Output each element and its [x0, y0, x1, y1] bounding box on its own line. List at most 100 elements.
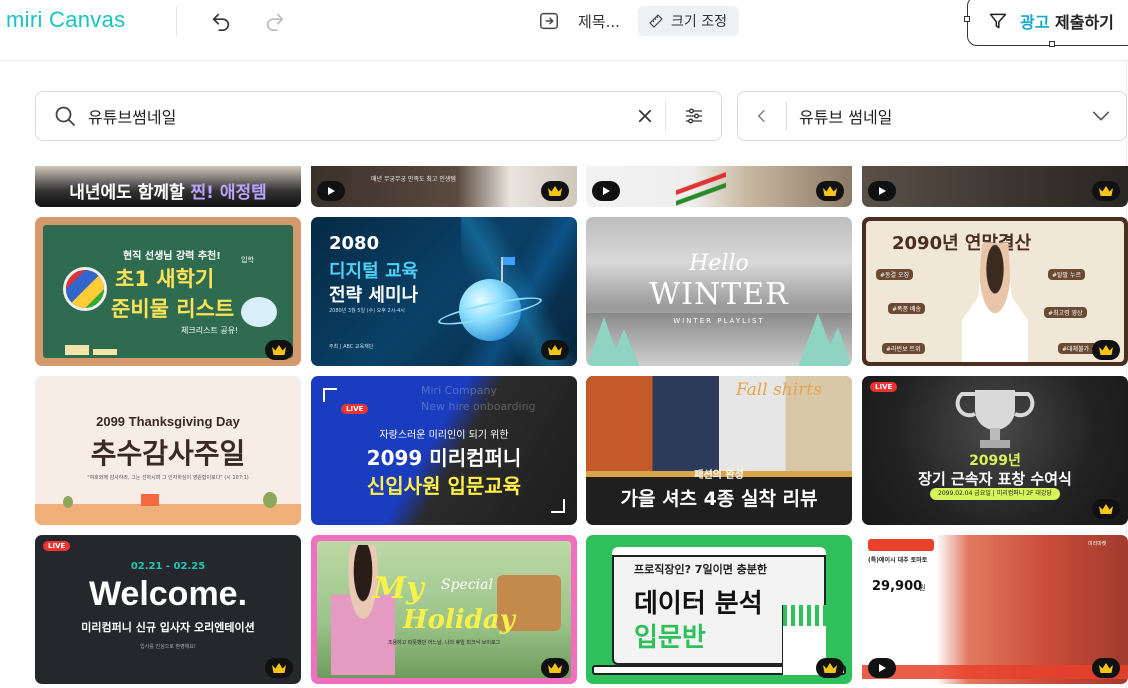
premium-badge	[816, 181, 844, 201]
search-input[interactable]	[88, 106, 625, 126]
resize-button[interactable]: 크기 조정	[638, 6, 739, 36]
undo-icon	[212, 13, 230, 31]
thumbnail-title-line2: 디지털 교육	[329, 261, 419, 282]
shop-header-badge	[868, 539, 934, 551]
thumbnail-caption: "여호와께 감사하라, 그는 선하시며 그 인자하심이 영원함이로다" (시 1…	[87, 475, 249, 481]
house-illustration	[141, 494, 159, 506]
thumbnail-host: 주최 | ABC 교육재단	[329, 344, 374, 350]
hashtag-chip: #라빈보 트위	[882, 343, 925, 354]
ground	[35, 504, 301, 525]
pencils-decoration	[676, 166, 726, 207]
thumbnail-script-title: Hello	[689, 251, 749, 276]
redo-button[interactable]	[260, 6, 290, 36]
template-thumbnail[interactable]: 프로직장인? 7일이면 충분한 데이터 분석 입문반	[586, 535, 852, 684]
category-selector[interactable]: 유튜브 썸네일	[737, 91, 1127, 141]
tree	[63, 496, 73, 508]
frame-corner	[551, 499, 565, 513]
case-illustration	[241, 297, 277, 327]
crown-icon	[548, 345, 562, 355]
selection-handle	[964, 16, 970, 22]
template-thumbnail[interactable]	[586, 166, 852, 207]
premium-badge	[541, 340, 569, 360]
play-icon	[603, 187, 610, 195]
template-thumbnail[interactable]: LIVE Miri Company New hire onboarding 자랑…	[311, 376, 577, 525]
template-thumbnail[interactable]: 매년 무궁무궁 만족도 최고 인생템	[311, 166, 577, 207]
submit-ad-button[interactable]: 광고 제출하기	[967, 0, 1128, 46]
close-icon	[638, 109, 652, 123]
thumbnail-subtitle: 패션의 완성	[694, 470, 744, 481]
sliders-icon	[685, 108, 702, 124]
thumbnail-subtitle: 자랑스러운 미리인이 되기 위한	[379, 430, 509, 441]
thumbnail-title-year: 2099년	[969, 453, 1021, 469]
play-badge	[592, 181, 620, 201]
thumbnail-title-line2: 준비물 리스트	[111, 297, 235, 321]
document-menu-button[interactable]	[534, 6, 564, 36]
crown-icon	[823, 663, 837, 673]
filter-button[interactable]	[666, 96, 721, 136]
person-photo	[331, 545, 395, 675]
template-thumbnail[interactable]: (특)에이시 대추 토마토 29,900 원 미리마켓	[862, 535, 1128, 684]
chalk-stick	[93, 349, 117, 355]
premium-badge	[816, 658, 844, 678]
crown-icon	[272, 663, 286, 673]
file-arrow-icon	[540, 12, 558, 30]
template-thumbnail[interactable]	[862, 166, 1128, 207]
top-bar: miri Canvas 제목... 크기 조정 광고 제출하기	[0, 0, 1128, 47]
live-badge: LIVE	[870, 382, 898, 392]
thumbnail-subtitle: 2099 Thanksgiving Day	[96, 414, 240, 429]
thumbnail-tag: 입학	[241, 256, 254, 264]
template-thumbnail[interactable]: 내년에도 함께할 찐! 애정템	[35, 166, 301, 207]
clear-search-button[interactable]	[625, 96, 665, 136]
thumbnail-title: WINTER	[649, 277, 789, 312]
title-part: 내년에도 함께할	[69, 183, 191, 203]
ad-highlight: 광고	[1020, 13, 1050, 32]
thumbnail-caption: 조용하고 따뜻했던 어느날, 나의 휴일 피크닉 브이로그	[387, 640, 501, 646]
template-thumbnail[interactable]: Hello WINTER WINTER PLAYLIST	[586, 217, 852, 366]
send-icon	[989, 13, 1007, 29]
price-unit: 원	[919, 584, 926, 592]
thumbnail-title: 장기 근속자 표창 수여식	[918, 470, 1072, 488]
thumbnail-title-line2: Holiday	[403, 605, 515, 635]
hashtag-chip: #동결 오징	[876, 269, 914, 280]
live-badge: LIVE	[341, 404, 369, 414]
template-thumbnail[interactable]: LIVE 02.21 - 02.25 Welcome. 미리컴퍼니 신규 입사자…	[35, 535, 301, 684]
premium-badge	[1092, 340, 1120, 360]
document-title[interactable]: 제목...	[578, 11, 620, 32]
thumbnail-script-title: Special	[441, 577, 493, 593]
play-badge	[868, 658, 896, 678]
play-badge	[868, 181, 896, 201]
play-icon	[879, 187, 886, 195]
thumbnail-caption: 2080년 3월 5일 (수) 오후 2시-4시	[329, 308, 405, 314]
play-icon	[328, 187, 335, 195]
hashtag-chip: #최고령 영상	[1044, 307, 1087, 318]
template-thumbnail[interactable]: My Special Holiday 조용하고 따뜻했던 어느날, 나의 휴일 …	[311, 535, 577, 684]
template-thumbnail[interactable]: LIVE 2099년 장기 근속자 표창 수여식 2099.02.04 금요일 …	[862, 376, 1128, 525]
template-thumbnail[interactable]: Fall shirts 패션의 완성 가을 셔츠 4종 실착 리뷰	[586, 376, 852, 525]
thumbnail-title: 내년에도 함께할 찐! 애정템	[35, 178, 301, 203]
thumbnail-title: My	[373, 571, 424, 606]
product-price: 29,900	[872, 579, 923, 594]
template-thumbnail[interactable]: 2090년 연말결산 #동결 오징 #폭풍 배송 #탈팔 누르 #최고령 영상 …	[862, 217, 1128, 366]
supplies-circle	[63, 267, 107, 311]
template-search-box	[35, 91, 722, 141]
template-thumbnail[interactable]: 2099 Thanksgiving Day 추수감사주일 "여호와께 감사하라,…	[35, 376, 301, 525]
thumbnail-title-line2: 신입사원 입문교육	[366, 474, 522, 498]
ruler-icon	[649, 14, 663, 28]
thumbnail-title: 2099 미리컴퍼니	[366, 446, 522, 470]
app-logo[interactable]: miri Canvas	[6, 7, 125, 33]
premium-badge	[1092, 658, 1120, 678]
undo-button[interactable]	[206, 6, 236, 36]
template-thumbnail[interactable]: 2080 디지털 교육 전략 세미나 2080년 3월 5일 (수) 오후 2시…	[311, 217, 577, 366]
crown-icon	[1099, 345, 1113, 355]
pine-trees	[586, 313, 852, 366]
premium-badge	[541, 181, 569, 201]
hashtag-chip: #탈팔 누르	[1048, 269, 1086, 280]
thumbnail-caption: 2099.02.04 금요일 | 미리컴퍼니 2F 대강당	[930, 488, 1060, 500]
category-dropdown-toggle[interactable]	[1076, 96, 1126, 136]
search-icon	[52, 103, 78, 129]
template-thumbnail[interactable]: 현직 선생님 강력 추천! 초1 새학기 준비물 리스트 체크리스트 공유! 입…	[35, 217, 301, 366]
thumbnail-caption: 입사를 진심으로 환영해요!	[140, 644, 196, 650]
title-highlight: 찐! 애정템	[190, 183, 267, 203]
thumbnail-title: 가을 셔츠 4종 실착 리뷰	[620, 488, 818, 510]
category-back-button[interactable]	[738, 96, 786, 136]
